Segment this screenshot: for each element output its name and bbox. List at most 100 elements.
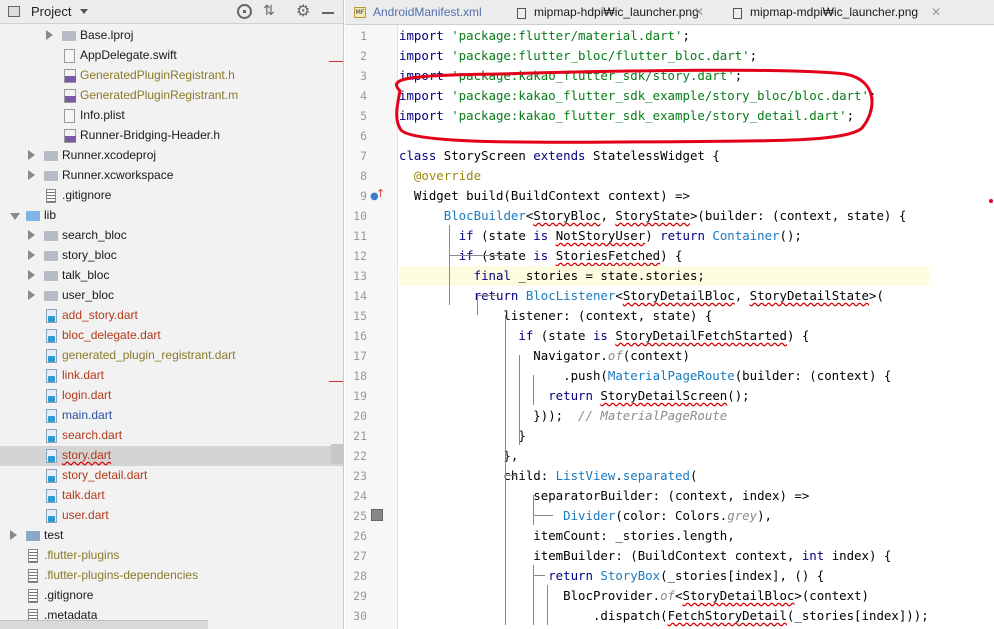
expand-arrow-open-icon[interactable] bbox=[10, 213, 20, 220]
tree-item[interactable]: user.dart bbox=[0, 506, 343, 526]
code-editor[interactable]: import 'package:flutter/material.dart'; … bbox=[399, 25, 929, 629]
indent-guide bbox=[505, 315, 506, 625]
code-line: class StoryScreen extends StatelessWidge… bbox=[399, 146, 720, 166]
line-number: 5 bbox=[360, 109, 367, 123]
code-line: Navigator.of(context) bbox=[399, 346, 690, 366]
tree-item[interactable]: lib bbox=[0, 206, 343, 226]
tree-item[interactable]: search.dart bbox=[0, 426, 343, 446]
dart-file-icon bbox=[46, 429, 57, 443]
tree-item[interactable]: bloc_delegate.dart bbox=[0, 326, 343, 346]
tree-item[interactable]: GeneratedPluginRegistrant.m bbox=[0, 86, 343, 106]
tree-item[interactable]: test bbox=[0, 526, 343, 546]
code-token: StoryBox bbox=[600, 568, 661, 583]
code-token: StoryState bbox=[615, 208, 690, 223]
close-icon[interactable]: ✕ bbox=[931, 5, 941, 19]
tree-item[interactable]: story_bloc bbox=[0, 246, 343, 266]
expand-arrow-icon[interactable] bbox=[28, 230, 35, 240]
tree-item[interactable]: main.dart bbox=[0, 406, 343, 426]
tree-item[interactable]: talk_bloc bbox=[0, 266, 343, 286]
code-line: if (state is StoryDetailFetchStarted) { bbox=[399, 326, 809, 346]
expand-arrow-icon[interactable] bbox=[46, 30, 53, 40]
tree-item[interactable]: Base.lproj bbox=[0, 26, 343, 46]
tree-item[interactable]: add_story.dart bbox=[0, 306, 343, 326]
hide-panel-icon[interactable] bbox=[322, 12, 334, 14]
tree-item[interactable]: .gitignore bbox=[0, 586, 343, 606]
code-token: NotStoryUser bbox=[555, 228, 646, 243]
tree-item[interactable]: search_bloc bbox=[0, 226, 343, 246]
tree-item[interactable]: user_bloc bbox=[0, 286, 343, 306]
tree-item[interactable]: talk.dart bbox=[0, 486, 343, 506]
tree-item[interactable]: .flutter-plugins bbox=[0, 546, 343, 566]
line-number: 19 bbox=[353, 389, 367, 403]
tree-item[interactable]: login.dart bbox=[0, 386, 343, 406]
dart-file-icon bbox=[46, 309, 57, 323]
code-token: StoriesFetched bbox=[555, 248, 661, 263]
manifest-file-icon: MF bbox=[354, 7, 366, 18]
expand-arrow-icon[interactable] bbox=[28, 250, 35, 260]
line-number: 8 bbox=[360, 169, 367, 183]
tree-scrollbar-thumb[interactable] bbox=[331, 444, 343, 464]
tree-item[interactable]: AppDelegate.swift bbox=[0, 46, 343, 66]
tree-item-label: AppDelegate.swift bbox=[80, 48, 177, 62]
dart-badge-icon bbox=[48, 316, 55, 322]
tree-item[interactable]: Runner.xcworkspace bbox=[0, 166, 343, 186]
tree-item-label: .flutter-plugins bbox=[44, 548, 120, 562]
expand-arrow-icon[interactable] bbox=[28, 270, 35, 280]
code-line: import 'package:kakao_flutter_sdk_exampl… bbox=[399, 106, 854, 126]
indent-guide bbox=[547, 585, 548, 625]
tree-item[interactable]: Runner.xcodeproj bbox=[0, 146, 343, 166]
tree-item-label: talk_bloc bbox=[62, 268, 110, 282]
tree-item[interactable]: generated_plugin_registrant.dart bbox=[0, 346, 343, 366]
tab-android-manifest[interactable]: MF AndroidManifest.xml bbox=[351, 0, 511, 25]
tree-item[interactable]: story.dart bbox=[0, 446, 343, 466]
tree-item-label: GeneratedPluginRegistrant.m bbox=[80, 88, 239, 102]
dart-badge-icon bbox=[48, 416, 55, 422]
tree-item[interactable]: Runner-Bridging-Header.h bbox=[0, 126, 343, 146]
expand-arrow-icon[interactable] bbox=[28, 290, 35, 300]
collapse-all-icon[interactable]: ⇅ bbox=[263, 3, 275, 19]
line-number: 30 bbox=[353, 609, 367, 623]
expand-arrow-icon[interactable] bbox=[28, 170, 35, 180]
code-line: Widget build(BuildContext context) => bbox=[399, 186, 690, 206]
line-number: 27 bbox=[353, 549, 367, 563]
project-view-icon[interactable] bbox=[8, 6, 20, 17]
tree-item[interactable]: GeneratedPluginRegistrant.h bbox=[0, 66, 343, 86]
dart-badge-icon bbox=[48, 516, 55, 522]
tab-mipmap-hdpi[interactable]: mipmap-hdpi₩ic_launcher.png ✕ bbox=[503, 0, 715, 25]
project-view-selector[interactable]: Project bbox=[31, 4, 71, 19]
code-token: (state bbox=[540, 328, 593, 343]
tree-horizontal-scrollbar[interactable] bbox=[0, 620, 208, 629]
color-swatch-icon[interactable] bbox=[371, 509, 383, 521]
code-token: class bbox=[399, 148, 444, 163]
expand-arrow-icon[interactable] bbox=[10, 530, 17, 540]
tree-item-label: .gitignore bbox=[62, 188, 112, 202]
locate-icon-dot bbox=[243, 10, 246, 13]
indent-guide-connector bbox=[533, 575, 545, 576]
code-token: 'package:kakao_flutter_sdk_example/story… bbox=[451, 88, 869, 103]
chevron-down-icon[interactable] bbox=[80, 9, 88, 14]
folder-icon bbox=[26, 211, 40, 221]
text-file-icon bbox=[28, 569, 38, 583]
tree-item[interactable]: story_detail.dart bbox=[0, 466, 343, 486]
code-token: extends bbox=[533, 148, 593, 163]
gear-icon[interactable]: ⚙ bbox=[296, 1, 310, 20]
close-icon[interactable]: ✕ bbox=[694, 5, 704, 19]
tree-item[interactable]: Info.plist bbox=[0, 106, 343, 126]
expand-arrow-icon[interactable] bbox=[28, 150, 35, 160]
tree-item-label: GeneratedPluginRegistrant.h bbox=[80, 68, 235, 82]
code-token: , bbox=[734, 288, 750, 303]
tree-item[interactable]: .flutter-plugins-dependencies bbox=[0, 566, 343, 586]
dart-file-icon bbox=[46, 329, 57, 343]
tree-item[interactable]: .gitignore bbox=[0, 186, 343, 206]
tree-item[interactable]: link.dart bbox=[0, 366, 343, 386]
code-token: itemCount: _stories.length, bbox=[399, 528, 735, 543]
code-token: return bbox=[548, 568, 601, 583]
tab-mipmap-mdpi[interactable]: mipmap-mdpi₩ic_launcher.png ✕ bbox=[719, 0, 949, 25]
code-token: StoryScreen bbox=[443, 148, 534, 163]
code-token: grey bbox=[727, 508, 758, 523]
tree-item-label: login.dart bbox=[62, 388, 112, 402]
change-marker bbox=[329, 381, 343, 382]
dart-file-icon bbox=[46, 369, 57, 383]
